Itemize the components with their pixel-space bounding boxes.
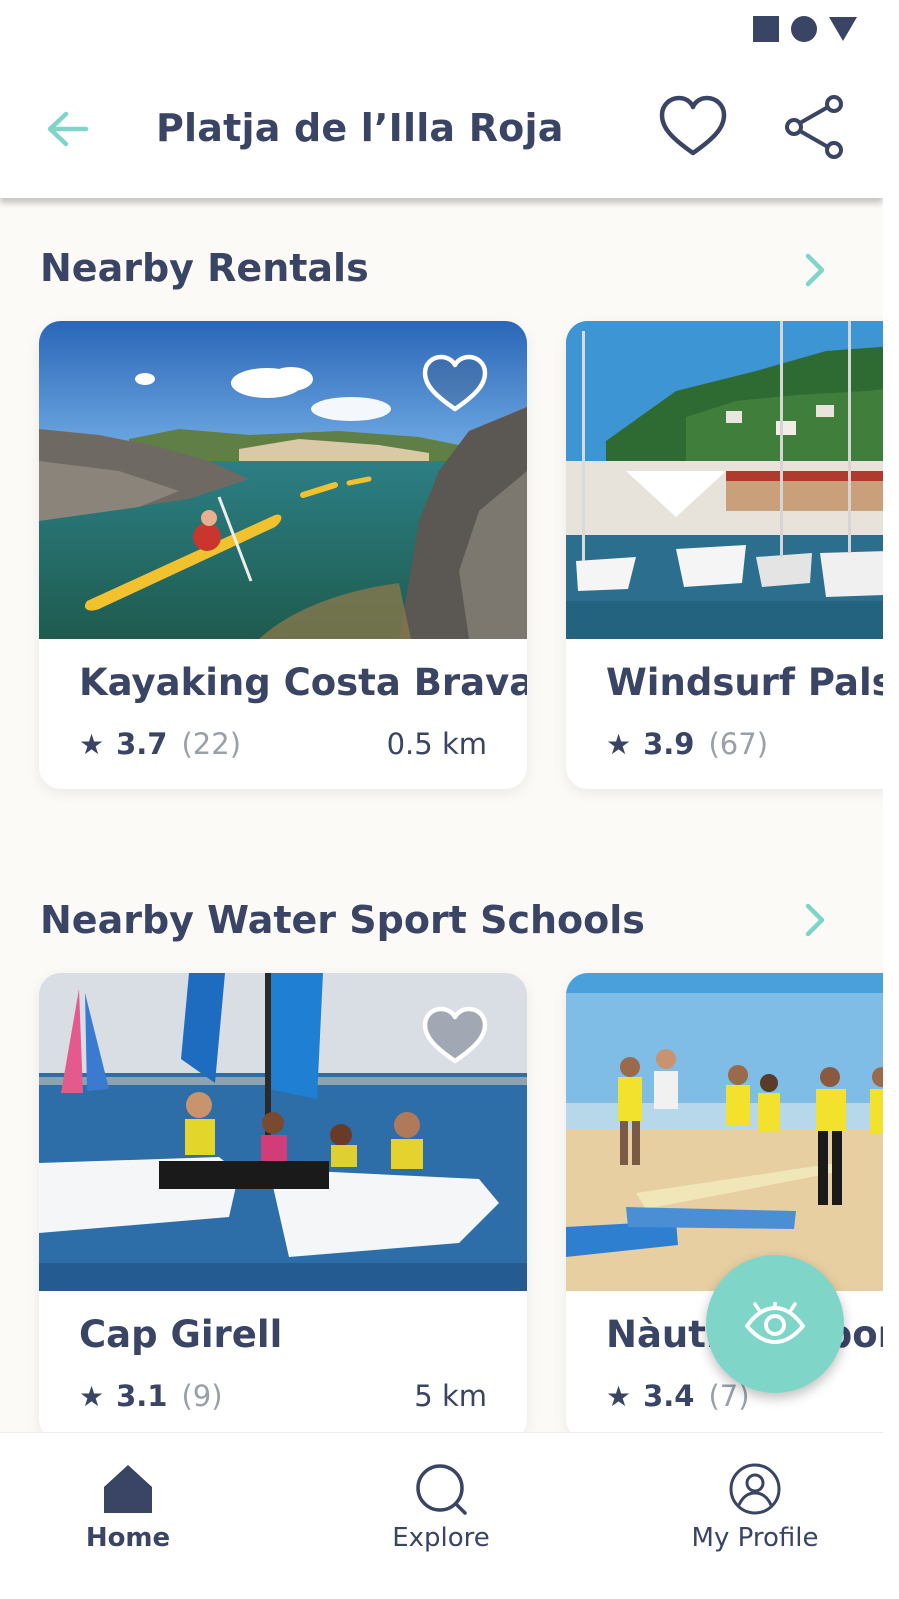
card-rating: ★ 3.4 (7): [606, 1379, 750, 1413]
square-icon: [753, 16, 779, 42]
star-icon: ★: [606, 1380, 632, 1413]
status-bar: [0, 0, 899, 62]
surf-school-photo: [566, 973, 899, 1291]
profile-icon: [729, 1463, 781, 1515]
review-count: (67): [708, 727, 769, 761]
review-count: (9): [181, 1379, 223, 1413]
nav-home-label: Home: [85, 1523, 171, 1553]
rating-value: 3.4: [643, 1379, 695, 1413]
card-title: Windsurf Pals: [606, 661, 894, 704]
schools-see-all-button[interactable]: [800, 900, 830, 940]
star-icon: ★: [79, 728, 105, 761]
screen-edge: [883, 0, 899, 1599]
card-distance: 0.5 km: [386, 727, 487, 761]
share-icon: [785, 95, 843, 159]
search-icon: [416, 1464, 467, 1515]
heart-outline-icon: [422, 354, 488, 412]
star-icon: ★: [606, 728, 632, 761]
view-fab-button[interactable]: [706, 1255, 844, 1393]
card-distance: 5 km: [414, 1379, 487, 1413]
rating-value: 3.7: [116, 727, 168, 761]
school-card[interactable]: Cap Girell ★ 3.1 (9) 5 km: [39, 973, 527, 1441]
rentals-see-all-button[interactable]: [800, 250, 830, 290]
rental-card[interactable]: Kayaking Costa Brava ★ 3.7 (22) 0.5 km: [39, 321, 527, 789]
triangle-icon: [829, 17, 857, 41]
chevron-right-icon: [805, 903, 825, 937]
page-title: Platja de l’Illa Roja: [156, 106, 564, 150]
rating-value: 3.1: [116, 1379, 168, 1413]
star-icon: ★: [79, 1380, 105, 1413]
card-rating: ★ 3.1 (9): [79, 1379, 223, 1413]
nav-my-profile[interactable]: My Profile: [655, 1461, 855, 1561]
rating-value: 3.9: [643, 727, 695, 761]
card-favorite-button[interactable]: [421, 1005, 489, 1067]
eye-icon: [745, 1302, 805, 1344]
chevron-right-icon: [805, 253, 825, 287]
section-title-schools: Nearby Water Sport Schools: [40, 898, 645, 942]
share-button[interactable]: [782, 94, 848, 160]
app-header: Platja de l’Illa Roja: [0, 62, 883, 198]
bottom-navigation: Home Explore My Profile: [0, 1432, 883, 1599]
section-title-rentals: Nearby Rentals: [40, 246, 369, 290]
nav-explore[interactable]: Explore: [341, 1461, 541, 1561]
nav-my-profile-label: My Profile: [691, 1523, 819, 1553]
rental-card[interactable]: Windsurf Pals ★ 3.9 (67): [566, 321, 899, 789]
heart-outline-icon: [659, 95, 727, 156]
marina-photo: [566, 321, 899, 639]
heart-outline-icon: [422, 1006, 488, 1064]
nav-home[interactable]: Home: [28, 1461, 228, 1561]
card-favorite-button[interactable]: [421, 353, 489, 415]
card-rating: ★ 3.7 (22): [79, 727, 241, 761]
nav-explore-label: Explore: [392, 1523, 490, 1553]
card-rating: ★ 3.9 (67): [606, 727, 768, 761]
circle-icon: [791, 16, 817, 42]
home-icon: [104, 1465, 152, 1513]
system-nav-icons: [753, 16, 857, 42]
arrow-left-icon: [47, 111, 89, 147]
card-title: Kayaking Costa Brava: [79, 661, 527, 704]
back-button[interactable]: [40, 104, 96, 154]
favorite-button[interactable]: [658, 94, 728, 160]
card-title: Cap Girell: [79, 1313, 283, 1356]
review-count: (22): [181, 727, 242, 761]
